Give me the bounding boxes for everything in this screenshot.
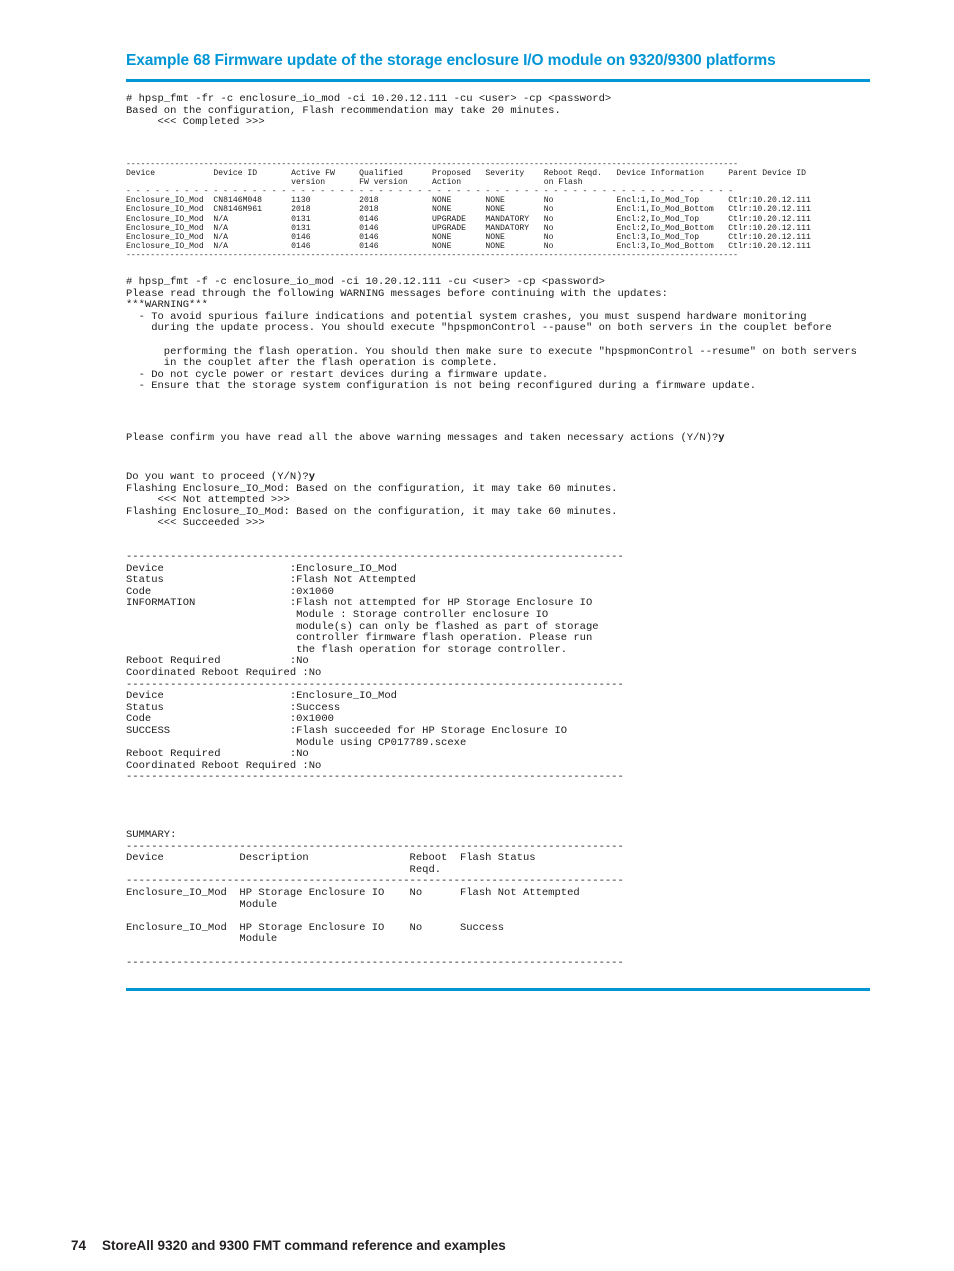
document-page: Example 68 Firmware update of the storag… xyxy=(0,0,954,1271)
console-proceed-block: Do you want to proceed (Y/N)?y Flashing … xyxy=(126,471,618,530)
console-warning-block: # hpsp_fmt -f -c enclosure_io_mod -ci 10… xyxy=(126,276,857,393)
console-command-recommendation: # hpsp_fmt -fr -c enclosure_io_mod -ci 1… xyxy=(126,93,612,129)
firmware-recommendation-table: ----------------------------------------… xyxy=(126,160,811,260)
console-detail-results: ----------------------------------------… xyxy=(126,551,624,784)
footer-page-number: 74 xyxy=(71,1238,87,1253)
page-footer: 74 StoreAll 9320 and 9300 FMT command ref… xyxy=(56,1223,506,1268)
title-rule-top xyxy=(126,79,870,82)
footer-title: StoreAll 9320 and 9300 FMT command refer… xyxy=(102,1238,506,1253)
console-confirm-prompt: Please confirm you have read all the abo… xyxy=(126,432,725,444)
example-rule-bottom xyxy=(126,988,870,991)
page-title: Example 68 Firmware update of the storag… xyxy=(126,52,776,69)
console-summary-table: SUMMARY: -------------------------------… xyxy=(126,829,624,969)
